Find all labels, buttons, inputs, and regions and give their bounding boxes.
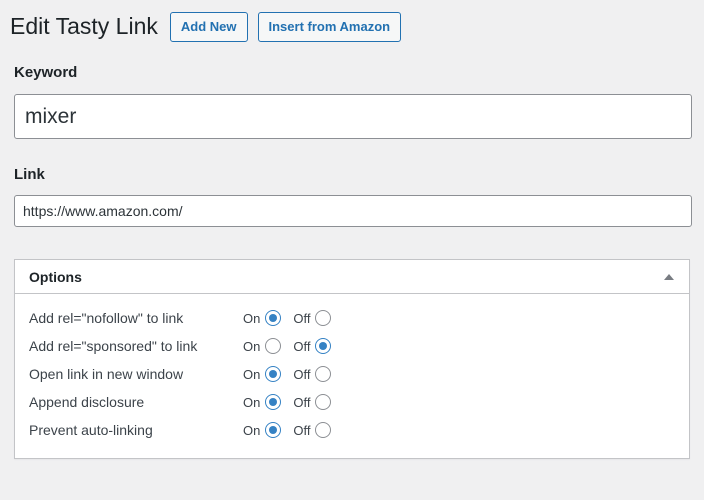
options-panel-title: Options [29,268,82,285]
option-off-choice[interactable]: Off [293,366,332,382]
option-off-label: Off [293,394,311,410]
add-new-button[interactable]: Add New [169,12,248,42]
option-on-radio[interactable] [265,366,282,382]
page-title: Edit Tasty Link [10,13,158,40]
option-on-label: On [243,394,261,410]
option-off-label: Off [293,366,311,382]
option-choices: On Off [243,422,332,438]
option-on-choice[interactable]: On [243,422,282,438]
option-row: Append disclosure On Off [29,388,675,416]
option-off-label: Off [293,338,311,354]
option-on-label: On [243,366,261,382]
option-row: Add rel="sponsored" to link On Off [29,332,675,360]
options-panel-body: Add rel="nofollow" to link On Off Add rel="… [15,294,689,458]
option-off-label: Off [293,422,311,438]
edit-tasty-link-page: Edit Tasty Link Add New Insert from Amaz… [0,0,704,500]
option-row: Prevent auto-linking On Off [29,416,675,444]
page-header: Edit Tasty Link Add New Insert from Amaz… [0,0,704,42]
option-on-label: On [243,338,261,354]
option-choices: On Off [243,366,332,382]
option-label: Add rel="nofollow" to link [29,310,184,326]
link-input[interactable] [14,195,692,227]
option-off-choice[interactable]: Off [293,422,332,438]
option-on-label: On [243,422,261,438]
option-off-label: Off [293,310,311,326]
option-on-choice[interactable]: On [243,366,282,382]
option-label: Add rel="sponsored" to link [29,338,198,354]
option-off-choice[interactable]: Off [293,310,332,326]
option-choices: On Off [243,310,332,326]
option-off-radio[interactable] [315,394,332,410]
option-on-radio[interactable] [265,394,282,410]
option-on-radio[interactable] [265,338,282,354]
option-row: Open link in new window On Off [29,360,675,388]
link-field-block: Link [0,167,704,227]
option-on-radio[interactable] [265,310,282,326]
option-off-choice[interactable]: Off [293,394,332,410]
option-row: Add rel="nofollow" to link On Off [29,304,675,332]
keyword-field-block: Keyword [0,65,704,139]
option-on-choice[interactable]: On [243,310,282,326]
option-on-choice[interactable]: On [243,338,282,354]
options-panel: Options Add rel="nofollow" to link On Off A… [14,259,690,459]
option-label: Open link in new window [29,366,184,382]
option-choices: On Off [243,338,332,354]
options-panel-header[interactable]: Options [15,260,689,294]
option-label: Append disclosure [29,394,145,410]
option-off-radio[interactable] [315,310,332,326]
option-off-choice[interactable]: Off [293,338,332,354]
keyword-label: Keyword [14,64,78,81]
option-off-radio[interactable] [315,366,332,382]
caret-up-icon[interactable] [659,267,679,287]
insert-from-amazon-button[interactable]: Insert from Amazon [257,12,402,42]
option-label: Prevent auto-linking [29,422,153,438]
option-choices: On Off [243,394,332,410]
option-off-radio[interactable] [315,422,332,438]
option-off-radio[interactable] [315,338,332,354]
option-on-label: On [243,310,261,326]
option-on-choice[interactable]: On [243,394,282,410]
keyword-input[interactable] [14,94,692,139]
option-on-radio[interactable] [265,422,282,438]
link-label: Link [14,166,45,183]
